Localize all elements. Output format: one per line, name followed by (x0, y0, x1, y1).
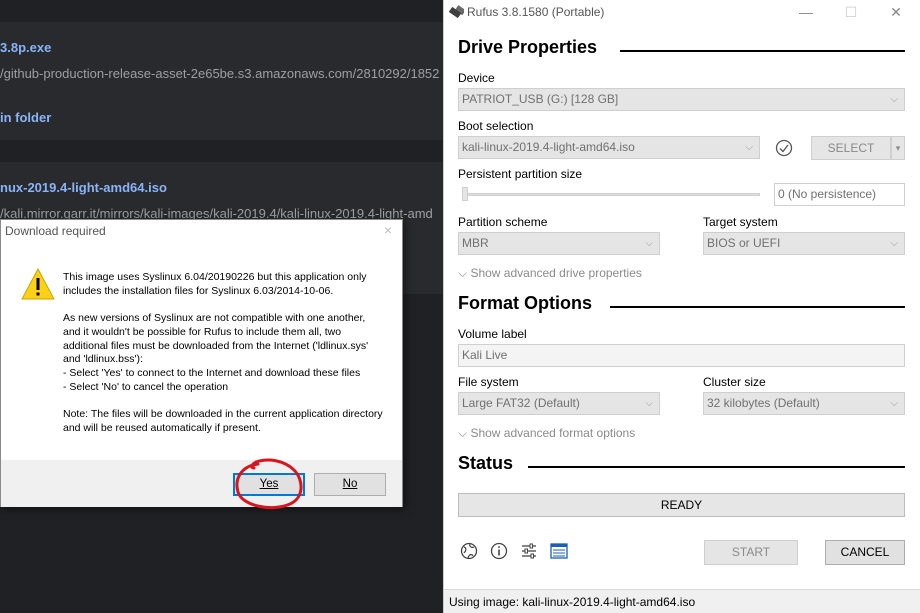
dialog-line: - Select 'Yes' to connect to the Interne… (63, 366, 361, 379)
section-divider (528, 466, 905, 468)
section-heading: Drive Properties (458, 37, 598, 57)
usb-drive-icon (448, 5, 464, 19)
file-system-dropdown[interactable]: Large FAT32 (Default) ⌵ (458, 392, 660, 415)
dialog-line: As new versions of Syslinux are not comp… (63, 312, 366, 325)
cluster-size-value: 32 kilobytes (Default) (707, 396, 820, 410)
chevron-down-icon: ⌵ (458, 426, 468, 440)
advanced-drive-toggle[interactable]: ⌵ Show advanced drive properties (458, 266, 642, 281)
download-item: 3.8p.exe /github-production-release-asse… (0, 22, 443, 140)
check-icon[interactable] (775, 139, 793, 157)
target-system-dropdown[interactable]: BIOS or UEFI ⌵ (703, 232, 905, 255)
log-icon[interactable] (550, 542, 568, 560)
volume-label-label: Volume label (458, 327, 527, 341)
section-divider (610, 306, 905, 308)
boot-selection-dropdown[interactable]: kali-linux-2019.4-light-amd64.iso ⌵ (458, 136, 760, 159)
window-title: Rufus 3.8.1580 (Portable) (467, 5, 605, 19)
title-bar: Rufus 3.8.1580 (Portable) — ☐ ✕ (444, 0, 920, 24)
globe-icon[interactable] (460, 542, 478, 560)
download-file-name[interactable]: 3.8p.exe (0, 40, 51, 55)
target-system-label: Target system (703, 215, 778, 229)
dialog-paragraph: Note: The files will be downloaded in th… (63, 408, 383, 434)
dialog-line: and 'ldlinux.bss'): (63, 353, 143, 366)
warning-icon (21, 268, 55, 300)
download-file-name[interactable]: nux-2019.4-light-amd64.iso (0, 180, 167, 195)
target-system-value: BIOS or UEFI (707, 236, 781, 250)
device-value: PATRIOT_USB (G:) [128 GB] (462, 92, 619, 106)
chevron-down-icon: ⌵ (745, 142, 753, 153)
dialog-line: and it wouldn't be possible for Rufus to… (63, 325, 342, 338)
file-system-label: File system (458, 375, 519, 389)
device-dropdown[interactable]: PATRIOT_USB (G:) [128 GB] ⌵ (458, 88, 905, 111)
dialog-paragraph: This image uses Syslinux 6.04/20190226 b… (63, 271, 367, 297)
chevron-down-icon: ⌵ (645, 238, 653, 249)
persistence-slider[interactable] (462, 193, 760, 196)
cancel-button[interactable]: CANCEL (825, 540, 905, 565)
maximize-button[interactable]: ☐ (837, 2, 865, 22)
chevron-down-icon: ⌵ (890, 398, 898, 409)
dialog-message: This image uses Syslinux 6.04/20190226 b… (63, 271, 393, 449)
dialog-line: - Select 'No' to cancel the operation (63, 380, 229, 393)
show-in-folder-link[interactable]: in folder (0, 110, 51, 125)
red-circle-annotation (235, 458, 303, 510)
advanced-format-label: Show advanced format options (470, 426, 636, 440)
select-dropdown-icon[interactable]: ▾ (891, 136, 905, 160)
boot-selection-label: Boot selection (458, 119, 534, 133)
file-system-value: Large FAT32 (Default) (462, 396, 580, 410)
close-button[interactable]: ✕ (882, 2, 910, 22)
boot-selection-value: kali-linux-2019.4-light-amd64.iso (462, 140, 635, 154)
dialog-line: additional files must be downloaded from… (63, 339, 369, 352)
persistent-size-label: Persistent partition size (458, 167, 583, 181)
no-button[interactable]: No (314, 473, 386, 496)
minimize-button[interactable]: — (792, 2, 820, 22)
chevron-down-icon: ⌵ (645, 398, 653, 409)
download-url: /github-production-release-asset-2e65be.… (0, 66, 440, 81)
cluster-size-label: Cluster size (703, 375, 766, 389)
slider-thumb[interactable] (462, 187, 468, 201)
partition-scheme-dropdown[interactable]: MBR ⌵ (458, 232, 660, 255)
cluster-size-dropdown[interactable]: 32 kilobytes (Default) ⌵ (703, 392, 905, 415)
download-required-dialog: Download required × This image uses Sysl… (0, 219, 403, 507)
persistence-size-field[interactable]: 0 (No persistence) (774, 183, 905, 206)
settings-sliders-icon[interactable] (520, 542, 538, 560)
advanced-drive-label: Show advanced drive properties (470, 266, 642, 280)
dialog-title: Download required (5, 224, 106, 238)
volume-label-field[interactable]: Kali Live (458, 344, 905, 367)
advanced-format-toggle[interactable]: ⌵ Show advanced format options (458, 426, 635, 441)
rufus-window: Rufus 3.8.1580 (Portable) — ☐ ✕ Drive Pr… (443, 0, 920, 613)
status-progress-bar: READY (458, 493, 905, 517)
partition-scheme-label: Partition scheme (458, 215, 548, 229)
dialog-paragraph: As new versions of Syslinux are not comp… (63, 312, 393, 394)
chevron-down-icon: ⌵ (458, 266, 468, 280)
section-heading: Status (458, 453, 514, 473)
status-footer: Using image: kali-linux-2019.4-light-amd… (444, 589, 920, 613)
start-button[interactable]: START (704, 540, 798, 565)
section-divider (620, 50, 905, 52)
close-icon[interactable]: × (384, 222, 392, 238)
partition-scheme-value: MBR (462, 236, 489, 250)
info-icon[interactable] (490, 542, 508, 560)
chevron-down-icon: ⌵ (890, 94, 898, 105)
select-button[interactable]: SELECT (811, 136, 891, 160)
device-label: Device (458, 71, 495, 85)
chevron-down-icon: ⌵ (890, 238, 898, 249)
no-button-label: No (342, 478, 358, 490)
section-heading: Format Options (458, 293, 592, 313)
